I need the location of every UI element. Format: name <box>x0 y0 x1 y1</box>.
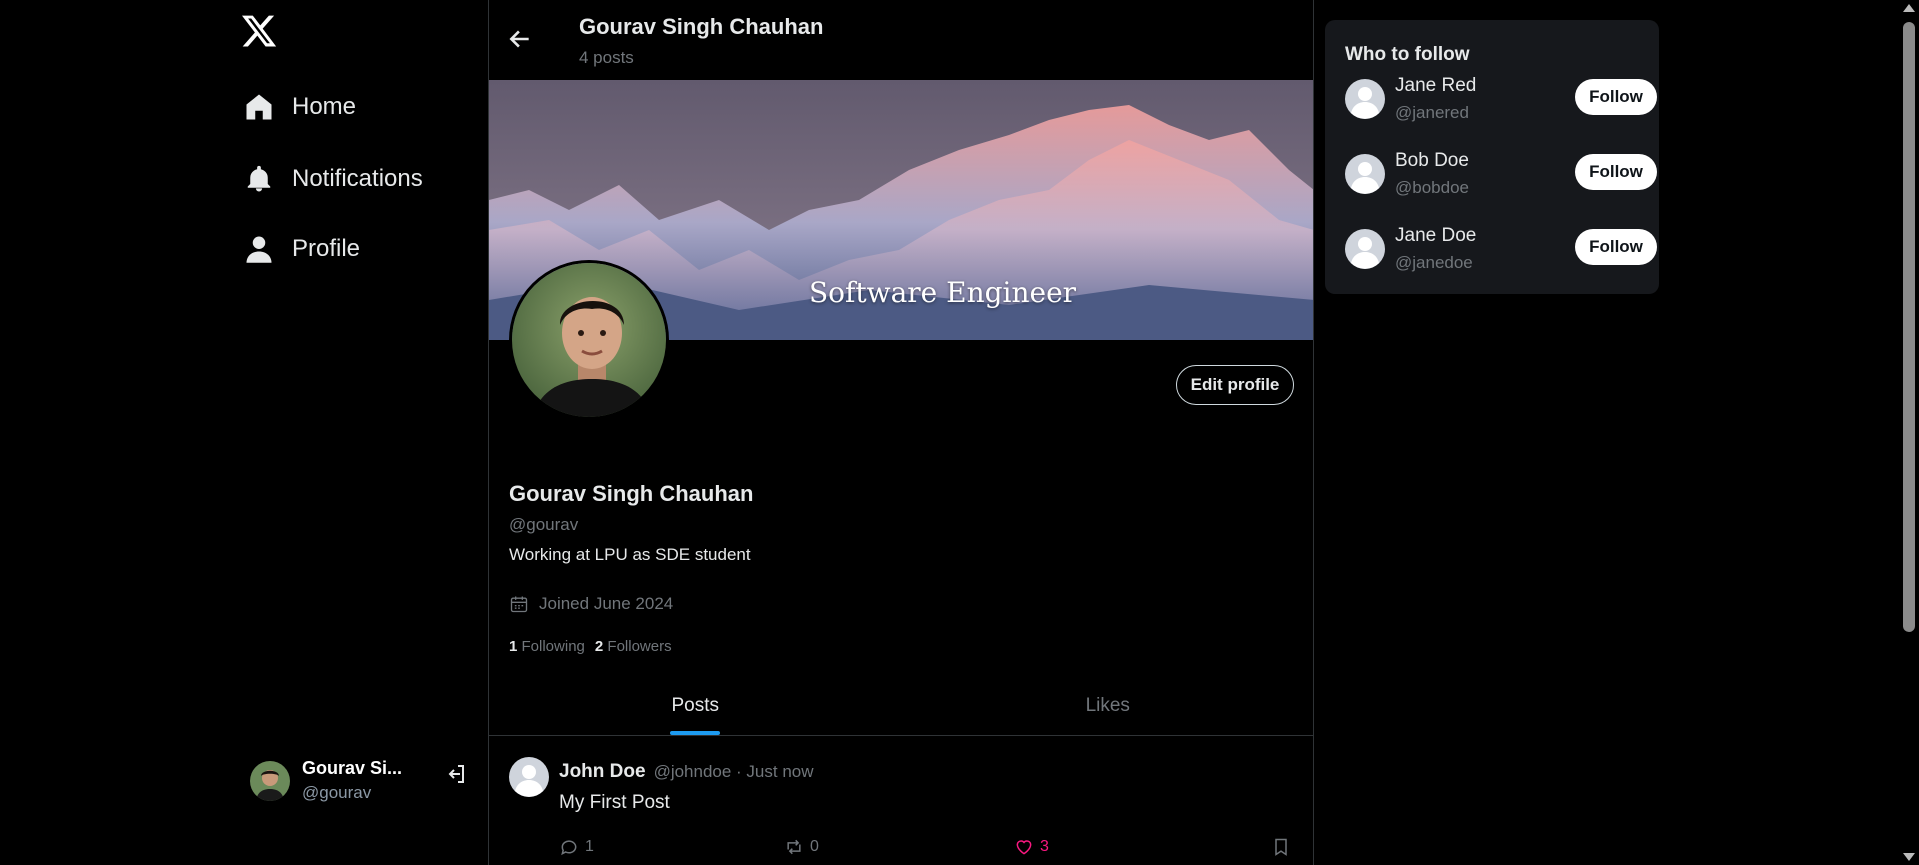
repost-count: 0 <box>810 838 819 855</box>
who-to-follow-title: Who to follow <box>1345 44 1470 65</box>
edit-profile-button[interactable]: Edit profile <box>1176 365 1294 405</box>
post-item[interactable]: John Doe @johndoe · Just now My First Po… <box>489 737 1313 865</box>
suggested-user-handle: @janered <box>1395 103 1469 122</box>
scroll-up-arrow-icon[interactable] <box>1903 4 1915 12</box>
heart-icon <box>1016 840 1032 855</box>
account-avatar <box>250 760 290 801</box>
suggested-user-handle: @bobdoe <box>1395 178 1469 197</box>
profile-handle: @gourav <box>509 515 579 534</box>
reply-count: 1 <box>585 838 594 855</box>
main-column: Gourav Singh Chauhan 4 posts Software En… <box>489 0 1314 865</box>
suggested-user-handle: @janedoe <box>1395 253 1473 272</box>
suggested-user[interactable]: Jane Red @janered Follow <box>1345 75 1657 127</box>
logout-icon[interactable] <box>444 762 468 786</box>
suggested-user[interactable]: Jane Doe @janedoe Follow <box>1345 225 1657 277</box>
account-handle: @gourav <box>302 783 372 802</box>
follow-button[interactable]: Follow <box>1575 154 1657 190</box>
post-author[interactable]: John Doe <box>559 761 646 783</box>
account-name: Gourav Si... <box>302 758 402 778</box>
suggested-user[interactable]: Bob Doe @bobdoe Follow <box>1345 150 1657 202</box>
follow-button[interactable]: Follow <box>1575 79 1657 115</box>
user-icon <box>246 236 272 263</box>
scroll-thumb[interactable] <box>1903 22 1915 632</box>
nav-home[interactable]: Home <box>244 92 356 122</box>
tab-posts[interactable]: Posts <box>489 676 902 735</box>
nav-notifications[interactable]: Notifications <box>244 164 423 194</box>
nav-profile-label: Profile <box>292 235 361 262</box>
profile-tabs: Posts Likes <box>489 676 1314 736</box>
profile-name: Gourav Singh Chauhan <box>509 481 754 506</box>
joined-date: Joined June 2024 <box>539 594 674 613</box>
account-switcher[interactable]: Gourav Si... @gourav <box>250 758 470 803</box>
page-scrollbar[interactable] <box>1899 0 1919 865</box>
tab-likes[interactable]: Likes <box>902 676 1314 735</box>
bookmark-button[interactable] <box>1271 837 1291 857</box>
follow-button[interactable]: Follow <box>1575 229 1657 265</box>
nav-profile[interactable]: Profile <box>244 234 360 264</box>
profile-joined: Joined June 2024 <box>509 594 673 614</box>
profile-avatar[interactable] <box>509 260 669 420</box>
back-arrow-icon[interactable] <box>507 26 533 52</box>
page-title: Gourav Singh Chauhan <box>579 14 824 39</box>
nav-notifications-label: Notifications <box>292 165 423 192</box>
like-count: 3 <box>1040 838 1049 855</box>
profile-bio: Working at LPU as SDE student <box>509 545 751 564</box>
comment-icon <box>561 840 577 856</box>
repost-icon <box>787 839 801 855</box>
reply-button[interactable]: 1 <box>559 837 594 857</box>
default-avatar-icon <box>1345 154 1385 194</box>
profile-header-bar: Gourav Singh Chauhan 4 posts <box>489 0 1313 80</box>
repost-button[interactable]: 0 <box>784 837 819 857</box>
suggested-user-name: Bob Doe <box>1395 150 1469 171</box>
default-avatar-icon <box>1345 229 1385 269</box>
post-text: My First Post <box>559 792 670 813</box>
default-avatar-icon <box>1345 79 1385 119</box>
follow-stats: 1 Following 2 Followers <box>509 638 672 655</box>
post-meta: @johndoe · Just now <box>653 762 814 781</box>
default-avatar-icon <box>509 757 549 797</box>
bell-icon <box>247 165 271 192</box>
x-logo-icon[interactable] <box>240 12 278 50</box>
nav-home-label: Home <box>292 93 357 120</box>
calendar-icon <box>510 596 528 613</box>
post-header: John Doe @johndoe · Just now <box>559 761 814 783</box>
like-button[interactable]: 3 <box>1014 837 1049 857</box>
home-icon <box>246 94 272 120</box>
suggested-user-name: Jane Red <box>1395 75 1477 96</box>
bookmark-icon <box>1275 838 1287 856</box>
followers-link[interactable]: 2 Followers <box>595 638 672 655</box>
scroll-down-arrow-icon[interactable] <box>1903 853 1915 861</box>
left-sidebar: Home Notifications Profile Gourav Si... … <box>0 0 489 865</box>
who-to-follow-panel: Who to follow Jane Red @janered Follow B… <box>1325 20 1659 294</box>
following-link[interactable]: 1 Following <box>509 638 585 655</box>
suggested-user-name: Jane Doe <box>1395 225 1477 246</box>
post-count: 4 posts <box>579 48 634 67</box>
post-actions: 1 0 3 <box>559 837 1294 861</box>
